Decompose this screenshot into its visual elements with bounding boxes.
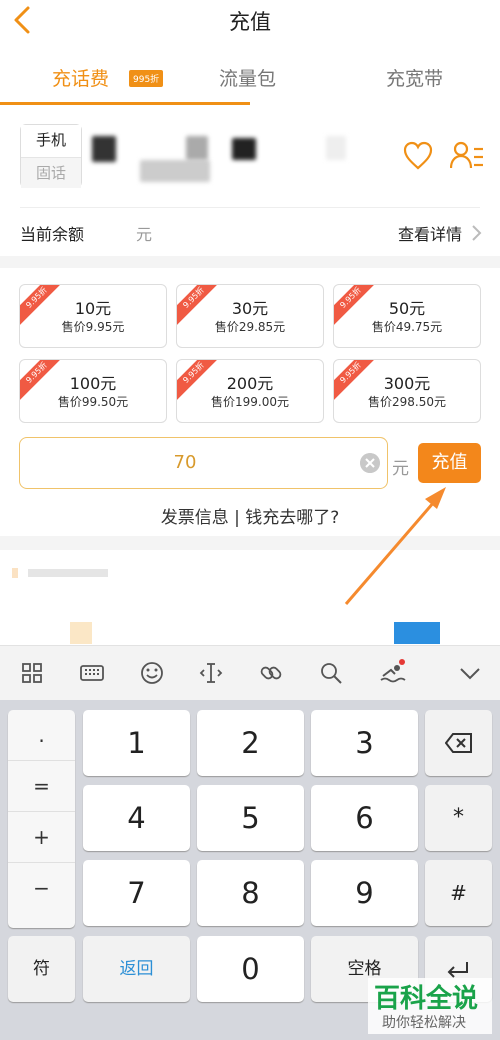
where-money-link[interactable]: 钱充去哪了?	[245, 508, 339, 528]
phone-number-area: 手机 固话	[0, 120, 500, 210]
discount-badge: 995折	[129, 70, 164, 87]
card-price: 售价29.85元	[214, 320, 286, 334]
card-price: 售价199.00元	[211, 395, 289, 409]
key-dot[interactable]: .	[8, 710, 75, 761]
swim-icon[interactable]	[377, 658, 407, 688]
keyboard-toolbar	[0, 645, 500, 700]
redacted-number	[326, 136, 346, 160]
redacted-number	[140, 160, 210, 182]
faded-icon	[394, 622, 440, 644]
active-tab-indicator	[0, 102, 250, 105]
header: 充值	[0, 0, 500, 42]
key-2[interactable]: 2	[197, 710, 304, 776]
card-price: 售价298.50元	[368, 395, 446, 409]
amount-value: 70	[173, 452, 197, 473]
key-3[interactable]: 3	[311, 710, 418, 776]
key-7[interactable]: 7	[83, 860, 190, 926]
redacted-number	[232, 138, 256, 160]
contacts-icon[interactable]	[450, 140, 484, 172]
card-face-value: 200元	[226, 374, 274, 393]
enter-icon	[447, 962, 468, 978]
symbol-key[interactable]: 符	[8, 936, 75, 1002]
watermark-main: 百科全说	[374, 984, 479, 1014]
grid-icon[interactable]	[17, 658, 47, 688]
key-hash[interactable]: #	[425, 860, 492, 926]
package-card-30[interactable]: 9.95折 30元 售价29.85元	[176, 284, 324, 348]
line-type-selector[interactable]: 手机 固话	[20, 124, 82, 188]
key-8[interactable]: 8	[197, 860, 304, 926]
card-price: 售价49.75元	[371, 320, 443, 334]
amount-unit: 元	[392, 459, 409, 479]
tab-bar: 充话费 995折 流量包 充宽带	[0, 54, 500, 104]
link-icon[interactable]	[256, 658, 286, 688]
invoice-link[interactable]: 发票信息	[161, 508, 229, 528]
favorite-heart-icon[interactable]	[402, 140, 434, 172]
package-card-100[interactable]: 9.95折 100元 售价99.50元	[19, 359, 167, 423]
key-4[interactable]: 4	[83, 785, 190, 851]
tab-broadband[interactable]: 充宽带	[386, 64, 443, 91]
key-star[interactable]: *	[425, 785, 492, 851]
redacted-number	[186, 136, 208, 160]
package-card-50[interactable]: 9.95折 50元 售价49.75元	[333, 284, 481, 348]
footer-links: 发票信息 | 钱充去哪了?	[0, 503, 500, 528]
clear-icon[interactable]	[360, 453, 380, 473]
package-card-300[interactable]: 9.95折 300元 售价298.50元	[333, 359, 481, 423]
card-price: 售价9.95元	[61, 320, 125, 334]
topup-button[interactable]: 充值	[418, 443, 481, 483]
search-icon[interactable]	[316, 658, 346, 688]
link-separator: |	[234, 508, 240, 528]
option-landline[interactable]: 固话	[21, 157, 81, 188]
cursor-icon[interactable]	[196, 658, 226, 688]
collapse-icon[interactable]	[455, 658, 485, 688]
key-5[interactable]: 5	[197, 785, 304, 851]
key-6[interactable]: 6	[311, 785, 418, 851]
package-card-10[interactable]: 9.95折 10元 售价9.95元	[19, 284, 167, 348]
keyboard-icon[interactable]	[77, 658, 107, 688]
backspace-key[interactable]	[425, 710, 492, 776]
symbol-column: . = + −	[8, 710, 75, 928]
key-minus[interactable]: −	[8, 863, 75, 914]
chevron-right-icon	[472, 225, 482, 241]
redacted-number	[92, 136, 116, 162]
card-face-value: 50元	[388, 299, 426, 318]
option-mobile[interactable]: 手机	[21, 125, 81, 156]
back-key[interactable]: 返回	[83, 936, 190, 1002]
section-gap	[0, 536, 500, 550]
divider	[20, 207, 480, 208]
balance-unit: 元	[136, 225, 153, 244]
card-face-value: 10元	[74, 299, 112, 318]
key-0[interactable]: 0	[197, 936, 304, 1002]
key-plus[interactable]: +	[8, 812, 75, 863]
package-card-200[interactable]: 9.95折 200元 售价199.00元	[176, 359, 324, 423]
faded-icon	[70, 622, 92, 644]
key-equals[interactable]: =	[8, 761, 75, 812]
balance-label: 当前余额	[20, 225, 85, 244]
page-title: 充值	[229, 10, 271, 34]
card-price: 售价99.50元	[57, 395, 129, 409]
key-1[interactable]: 1	[83, 710, 190, 776]
tab-phone-credit[interactable]: 充话费	[52, 64, 109, 91]
balance-row: 当前余额 元 查看详情	[0, 212, 500, 254]
watermark: 百科全说 助你轻松解决	[368, 978, 492, 1034]
watermark-sub: 助你轻松解决	[382, 1015, 466, 1031]
faded-section-header	[12, 566, 132, 580]
card-face-value: 30元	[231, 299, 269, 318]
view-details-link[interactable]: 查看详情	[398, 221, 462, 245]
card-face-value: 300元	[383, 374, 431, 393]
key-9[interactable]: 9	[311, 860, 418, 926]
section-gap	[0, 256, 500, 268]
emoji-icon[interactable]	[137, 658, 167, 688]
custom-amount-input[interactable]: 70	[19, 437, 388, 489]
tab-data-pack[interactable]: 流量包	[219, 64, 276, 91]
card-face-value: 100元	[69, 374, 117, 393]
backspace-icon	[445, 733, 472, 753]
